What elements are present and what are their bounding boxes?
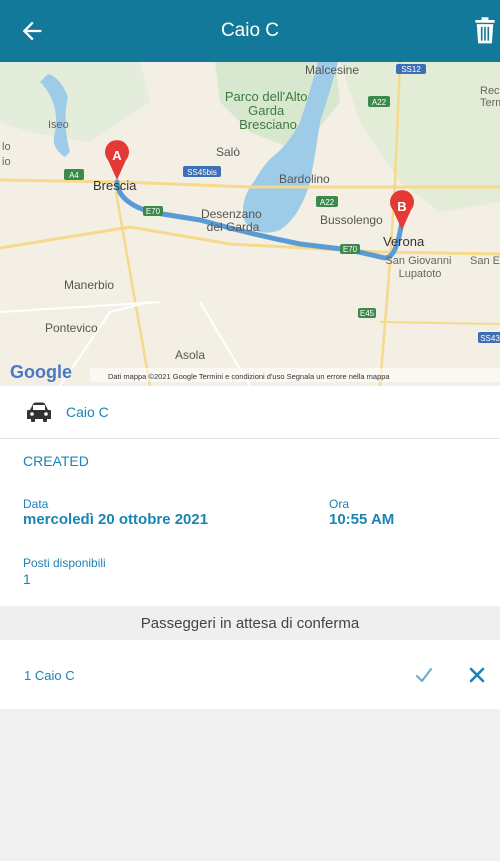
road-shield-ss45bis: SS45bis	[183, 166, 221, 177]
svg-text:E45: E45	[360, 309, 375, 318]
svg-text:E70: E70	[343, 245, 358, 254]
trash-icon[interactable]	[474, 17, 496, 45]
road-shield-a4: A4	[64, 169, 84, 180]
road-shield-e70-right: E70	[340, 244, 360, 254]
svg-text:SS43: SS43	[480, 334, 500, 343]
date-label: Data	[23, 497, 49, 511]
map-label-bardolino: Bardolino	[279, 172, 330, 186]
map-label-recoaro: Recoa Term	[480, 85, 500, 109]
map-label-manerbio: Manerbio	[64, 278, 114, 292]
passengers-header: Passeggeri in attesa di conferma	[0, 606, 500, 640]
time-value: 10:55 AM	[329, 511, 395, 528]
list-item: 1 Caio C	[0, 641, 500, 709]
google-logo: Google	[10, 362, 72, 382]
road-shield-e45: E45	[358, 308, 376, 318]
map-label-verona: Verona	[383, 234, 425, 249]
map-canvas[interactable]: Malcesine Parco dell'Alto Garda Brescian…	[0, 62, 500, 386]
app-bar: Caio C	[0, 0, 500, 62]
map-label-lo: lo	[2, 141, 11, 153]
map-label-malcesine: Malcesine	[305, 63, 359, 77]
car-icon	[27, 402, 51, 422]
svg-text:SS45bis: SS45bis	[187, 168, 217, 177]
passenger-name: 1 Caio C	[24, 667, 75, 683]
map-label-bussolengo: Bussolengo	[320, 213, 383, 227]
seats-value: 1	[23, 571, 31, 587]
page-title: Caio C	[220, 20, 280, 41]
road-shield-ss12: SS12	[396, 64, 426, 74]
map-label-san-e: San E	[470, 255, 500, 267]
map-label-iseo: Iseo	[48, 119, 69, 131]
passengers-header-label: Passeggeri in attesa di conferma	[140, 614, 360, 632]
svg-text:A22: A22	[320, 198, 335, 207]
time-label: Ora	[329, 497, 350, 511]
vehicle-row: Caio C	[0, 386, 500, 439]
route-map[interactable]: Malcesine Parco dell'Alto Garda Brescian…	[0, 62, 500, 386]
road-shield-a22-top: A22	[368, 96, 390, 107]
map-label-asola: Asola	[175, 348, 205, 362]
road-shield-a22-mid: A22	[316, 196, 338, 207]
map-label-pontevico: Pontevico	[45, 321, 98, 335]
svg-text:B: B	[397, 199, 406, 214]
map-attribution: Dati mappa ©2021 Google Termini e condiz…	[108, 372, 390, 381]
date-value: mercoledì 20 ottobre 2021	[23, 511, 209, 528]
map-label-desenzano: Desenzano del Garda	[201, 207, 265, 234]
status-badge: CREATED	[23, 453, 89, 469]
map-label-io: io	[2, 156, 11, 168]
map-label-brescia: Brescia	[93, 178, 137, 193]
svg-text:A4: A4	[69, 171, 79, 180]
vehicle-name: Caio C	[66, 404, 109, 420]
map-label-salo: Salò	[216, 145, 240, 159]
check-icon[interactable]	[414, 665, 434, 685]
svg-text:A: A	[112, 148, 122, 163]
road-shield-ss43: SS43	[478, 332, 500, 343]
svg-text:E70: E70	[146, 207, 161, 216]
svg-text:A22: A22	[372, 98, 387, 107]
arrow-back-icon[interactable]	[18, 17, 46, 45]
close-icon[interactable]	[468, 666, 486, 684]
road-shield-e70-left: E70	[143, 206, 163, 216]
svg-text:SS12: SS12	[401, 65, 421, 74]
empty-area	[0, 709, 500, 861]
seats-label: Posti disponibili	[23, 556, 106, 570]
